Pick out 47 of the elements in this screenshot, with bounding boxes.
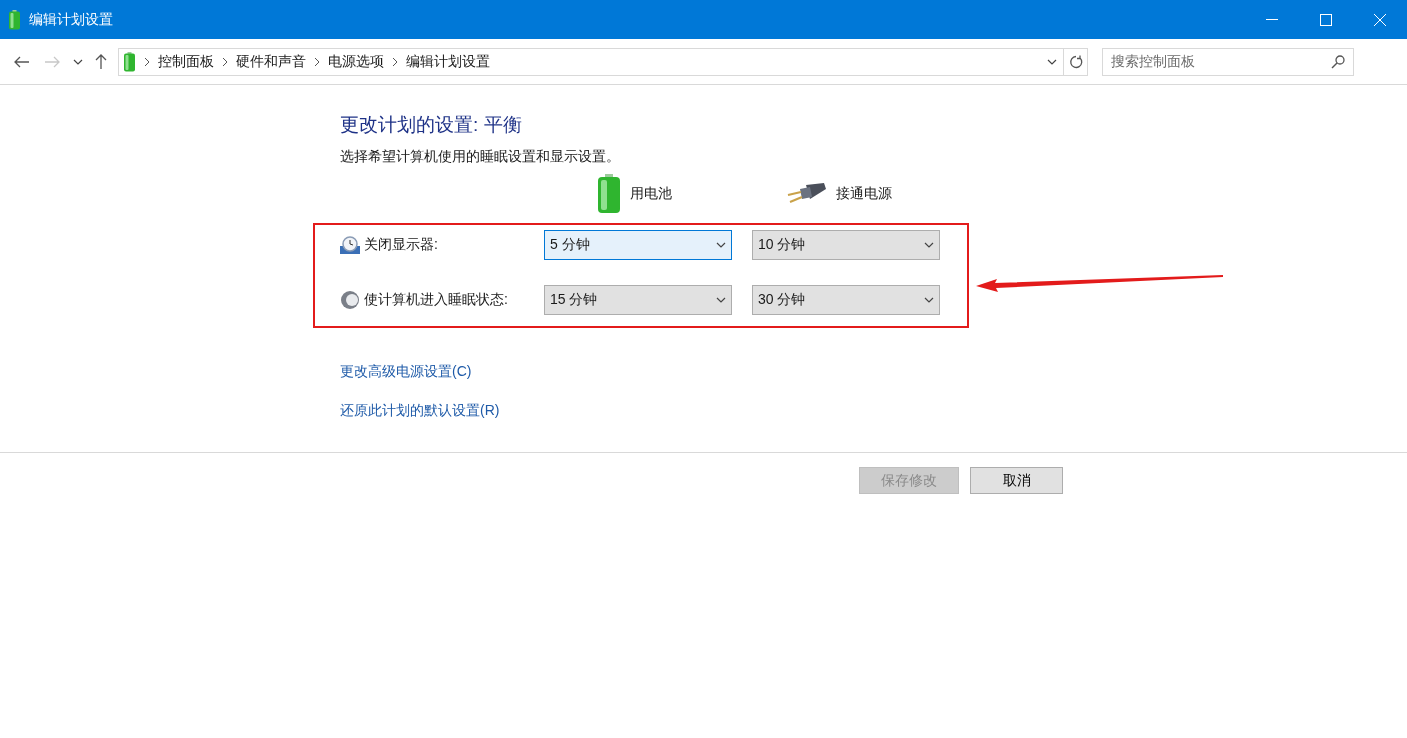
- chevron-right-icon: [392, 56, 398, 67]
- chevron-down-icon: [924, 296, 934, 303]
- maximize-icon: [1320, 13, 1332, 26]
- chevron-right-icon: [144, 56, 150, 67]
- chevron-down-icon: [924, 241, 934, 248]
- address-dropdown-icon: [1047, 58, 1057, 65]
- back-button[interactable]: [12, 55, 32, 68]
- settings-link[interactable]: 更改高级电源设置(C): [340, 360, 472, 382]
- chevron-right-icon: [314, 56, 320, 67]
- close-icon: [1374, 13, 1386, 26]
- settings-link[interactable]: 还原此计划的默认设置(R): [340, 399, 500, 421]
- breadcrumb-item[interactable]: 硬件和声音: [236, 51, 306, 72]
- time-dropdown[interactable]: 10 分钟: [752, 229, 940, 260]
- page-heading: 更改计划的设置: 平衡: [340, 113, 523, 137]
- time-dropdown[interactable]: 30 分钟: [752, 284, 940, 315]
- breadcrumb-item[interactable]: 控制面板: [158, 51, 214, 72]
- chevron-down-icon: [73, 58, 83, 65]
- up-button[interactable]: [94, 53, 108, 70]
- dialog-button[interactable]: 取消: [970, 467, 1063, 494]
- column-header: 接通电源: [836, 184, 892, 203]
- moon-icon: [340, 289, 360, 310]
- search-field[interactable]: 搜索控制面板: [1102, 47, 1354, 76]
- search-icon: [1331, 54, 1345, 69]
- app-icon: [8, 9, 21, 30]
- page-description: 选择希望计算机使用的睡眠设置和显示设置。: [340, 146, 621, 166]
- monitor-clock-icon: [340, 235, 360, 254]
- search-input[interactable]: 搜索控制面板: [1111, 51, 1331, 72]
- refresh-icon: [1068, 54, 1083, 69]
- address-bar[interactable]: 控制面板 硬件和声音 电源选项 编辑计划设置: [118, 47, 1088, 76]
- window-title: 编辑计划设置: [29, 10, 113, 29]
- setting-label: 关闭显示器:: [364, 235, 439, 254]
- chevron-down-icon: [716, 296, 726, 303]
- battery-icon: [596, 173, 622, 214]
- forward-arrow-icon: [44, 55, 60, 68]
- minimize-icon: [1266, 18, 1278, 21]
- column-header: 用电池: [630, 184, 672, 203]
- breadcrumb-item[interactable]: 编辑计划设置: [406, 51, 490, 72]
- recent-button[interactable]: [72, 58, 84, 65]
- time-dropdown[interactable]: 5 分钟: [544, 229, 732, 260]
- time-dropdown[interactable]: 15 分钟: [544, 284, 732, 315]
- control-panel-icon: [123, 51, 136, 72]
- chevron-right-icon: [222, 56, 228, 67]
- setting-label: 使计算机进入睡眠状态:: [364, 290, 509, 309]
- breadcrumb-item[interactable]: 电源选项: [328, 51, 384, 72]
- back-arrow-icon: [14, 55, 30, 68]
- up-arrow-icon: [95, 53, 107, 70]
- chevron-down-icon: [716, 241, 726, 248]
